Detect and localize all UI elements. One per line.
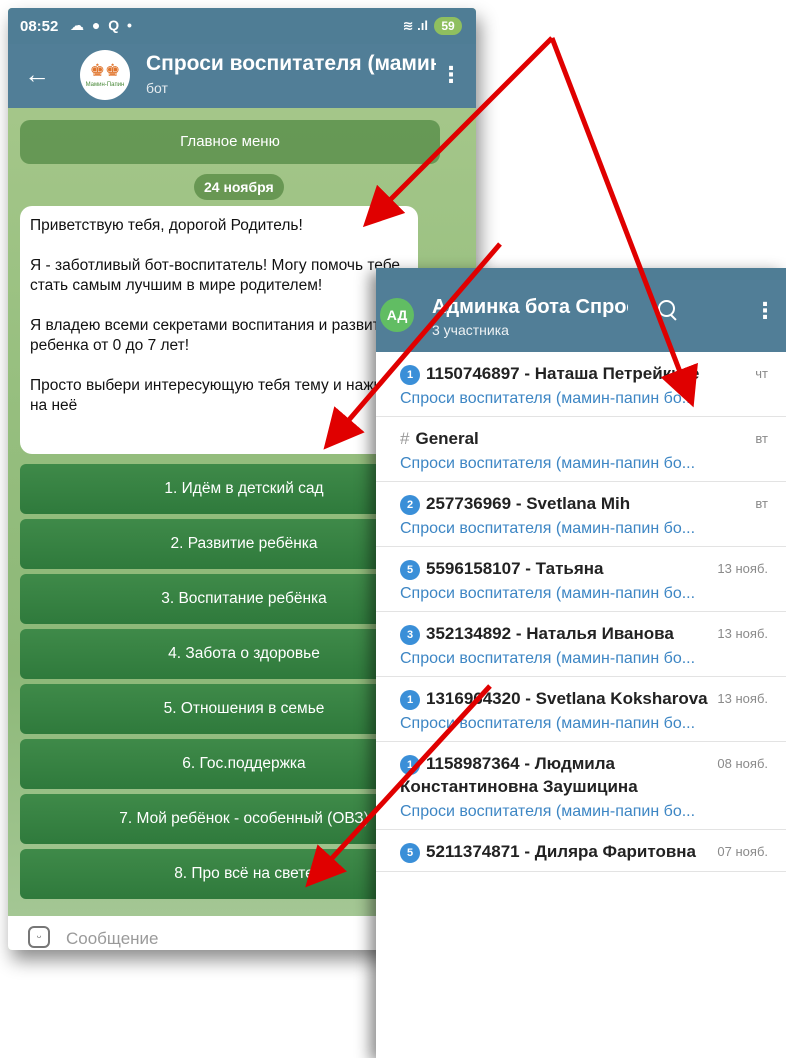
topic-item[interactable]: 1 1150746897 - Наташа Петрейките чт Спрос… [376, 352, 786, 417]
group-members-count: 3 участника [432, 322, 509, 338]
topic-head: 1 1316964320 - Svetlana Koksharova 13 ноя… [400, 687, 768, 710]
topic-date: 13 нояб. [717, 691, 768, 706]
topic-name: 1 1158987364 - Людмила Константиновна Зау… [400, 752, 717, 798]
back-arrow-icon[interactable]: ← [24, 60, 50, 88]
status-time: 08:52 [20, 18, 59, 35]
topic-list: 1 1150746897 - Наташа Петрейките чт Спрос… [376, 352, 786, 872]
topic-date: 13 нояб. [717, 561, 768, 576]
chat-header: ← ♚♚ Мамин-Папин Спроси воспитателя (мам… [8, 44, 476, 108]
topic-date: вт [755, 431, 768, 446]
message-paragraph: Я - заботливый бот-воспитатель! Могу пом… [30, 257, 401, 294]
unread-badge: 5 [400, 560, 420, 580]
family-logo-icon: ♚♚ [89, 61, 121, 80]
message-paragraph: Просто выбери интересующую тебя тему и н… [30, 377, 393, 414]
topic-title: 5211374871 - Диляра Фаритовна [426, 842, 697, 861]
bot-message: Приветствую тебя, дорогой Родитель! Я - … [20, 206, 418, 454]
topic-date: чт [755, 366, 768, 381]
topic-preview: Спроси воспитателя (мамин-папин бо... [400, 803, 696, 820]
battery-icon: 59 [434, 17, 462, 35]
chat-title[interactable]: Спроси воспитателя (мамин-папин бот) [146, 52, 436, 76]
topic-name: 1 1316964320 - Svetlana Koksharova [400, 687, 717, 710]
topic-item[interactable]: 1 1316964320 - Svetlana Koksharova 13 ноя… [376, 677, 786, 742]
topic-item[interactable]: 1 1158987364 - Людмила Константиновна Зау… [376, 742, 786, 830]
group-header: АД Админка бота Спроси воспитателя 3 уча… [376, 280, 786, 352]
main-menu-button[interactable]: Главное меню [20, 120, 440, 164]
bot-avatar[interactable]: ♚♚ Мамин-Папин [80, 50, 130, 100]
status-notification-icons: ☁ ● Q • [70, 17, 134, 33]
topic-name: 5 5596158107 - Татьяна [400, 557, 717, 580]
status-bar: 08:52 ☁ ● Q • ≋ .ıl 59 [8, 8, 476, 44]
topic-head: # General вт [400, 427, 768, 450]
group-title[interactable]: Админка бота Спроси воспитателя [432, 296, 628, 319]
topic-title: 257736969 - Svetlana Mih [426, 494, 631, 513]
topic-preview: Спроси воспитателя (мамин-папин бо... [400, 455, 696, 472]
unread-badge: 1 [400, 365, 420, 385]
topic-name: 2 257736969 - Svetlana Mih [400, 492, 755, 515]
topic-preview: Спроси воспитателя (мамин-папин бо... [400, 520, 696, 537]
search-icon[interactable] [658, 300, 677, 321]
topic-preview: Спроси воспитателя (мамин-папин бо... [400, 650, 696, 667]
topic-item[interactable]: 5 5211374871 - Диляра Фаритовна 07 нояб. [376, 830, 786, 872]
topic-name: 1 1150746897 - Наташа Петрейките [400, 362, 755, 385]
hash-icon: # [400, 429, 410, 448]
topic-date: 07 нояб. [717, 844, 768, 859]
topic-title: 352134892 - Наталья Иванова [426, 624, 674, 643]
topic-name: # General [400, 427, 755, 450]
topic-head: 5 5211374871 - Диляра Фаритовна 07 нояб. [400, 840, 768, 863]
status-right: ≋ .ıl 59 [403, 17, 462, 35]
topic-item[interactable]: 2 257736969 - Svetlana Mih вт Спроси восп… [376, 482, 786, 547]
date-separator: 24 ноября [194, 174, 284, 200]
admin-group-screen: АД Админка бота Спроси воспитателя 3 уча… [376, 268, 786, 1058]
unread-badge: 3 [400, 625, 420, 645]
topic-head: 2 257736969 - Svetlana Mih вт [400, 492, 768, 515]
unread-badge: 5 [400, 843, 420, 863]
more-menu-icon[interactable]: ⋮ [754, 298, 776, 324]
topic-head: 1 1150746897 - Наташа Петрейките чт [400, 362, 768, 385]
topic-preview: Спроси воспитателя (мамин-папин бо... [400, 715, 696, 732]
topic-date: 13 нояб. [717, 626, 768, 641]
unread-badge: 1 [400, 755, 420, 775]
unread-badge: 1 [400, 690, 420, 710]
message-paragraph: Я владею всеми секретами воспитания и ра… [30, 317, 397, 354]
topic-title: 5596158107 - Татьяна [426, 559, 604, 578]
topic-item[interactable]: # General вт Спроси воспитателя (мамин-па… [376, 417, 786, 482]
topic-date: 08 нояб. [717, 756, 768, 771]
topic-head: 3 352134892 - Наталья Иванова 13 нояб. [400, 622, 768, 645]
sticker-icon[interactable]: ᵕ [28, 926, 50, 948]
topic-preview: Спроси воспитателя (мамин-папин бо... [400, 390, 696, 407]
chat-subtitle: бот [146, 80, 168, 96]
message-paragraph: Приветствую тебя, дорогой Родитель! [30, 217, 303, 234]
topic-item[interactable]: 3 352134892 - Наталья Иванова 13 нояб. Сп… [376, 612, 786, 677]
topic-title: 1316964320 - Svetlana Koksharova [426, 689, 708, 708]
topic-name: 5 5211374871 - Диляра Фаритовна [400, 840, 717, 863]
signal-icon: ≋ .ıl [402, 18, 428, 33]
topic-title: 1158987364 - Людмила Константиновна Зауш… [400, 754, 638, 796]
more-menu-icon[interactable]: ⋮ [440, 62, 462, 88]
message-input[interactable] [64, 924, 368, 950]
topic-head: 1 1158987364 - Людмила Константиновна Зау… [400, 752, 768, 798]
topic-item[interactable]: 5 5596158107 - Татьяна 13 нояб. Спроси во… [376, 547, 786, 612]
topic-head: 5 5596158107 - Татьяна 13 нояб. [400, 557, 768, 580]
topic-title: 1150746897 - Наташа Петрейките [426, 364, 700, 383]
topic-title: General [415, 429, 479, 448]
topic-name: 3 352134892 - Наталья Иванова [400, 622, 717, 645]
logo-lettering: Мамин-Папин [85, 82, 125, 88]
unread-badge: 2 [400, 495, 420, 515]
search-handle [670, 314, 677, 321]
topic-date: вт [755, 496, 768, 511]
group-avatar[interactable]: АД [380, 298, 414, 332]
topic-preview: Спроси воспитателя (мамин-папин бо... [400, 585, 696, 602]
